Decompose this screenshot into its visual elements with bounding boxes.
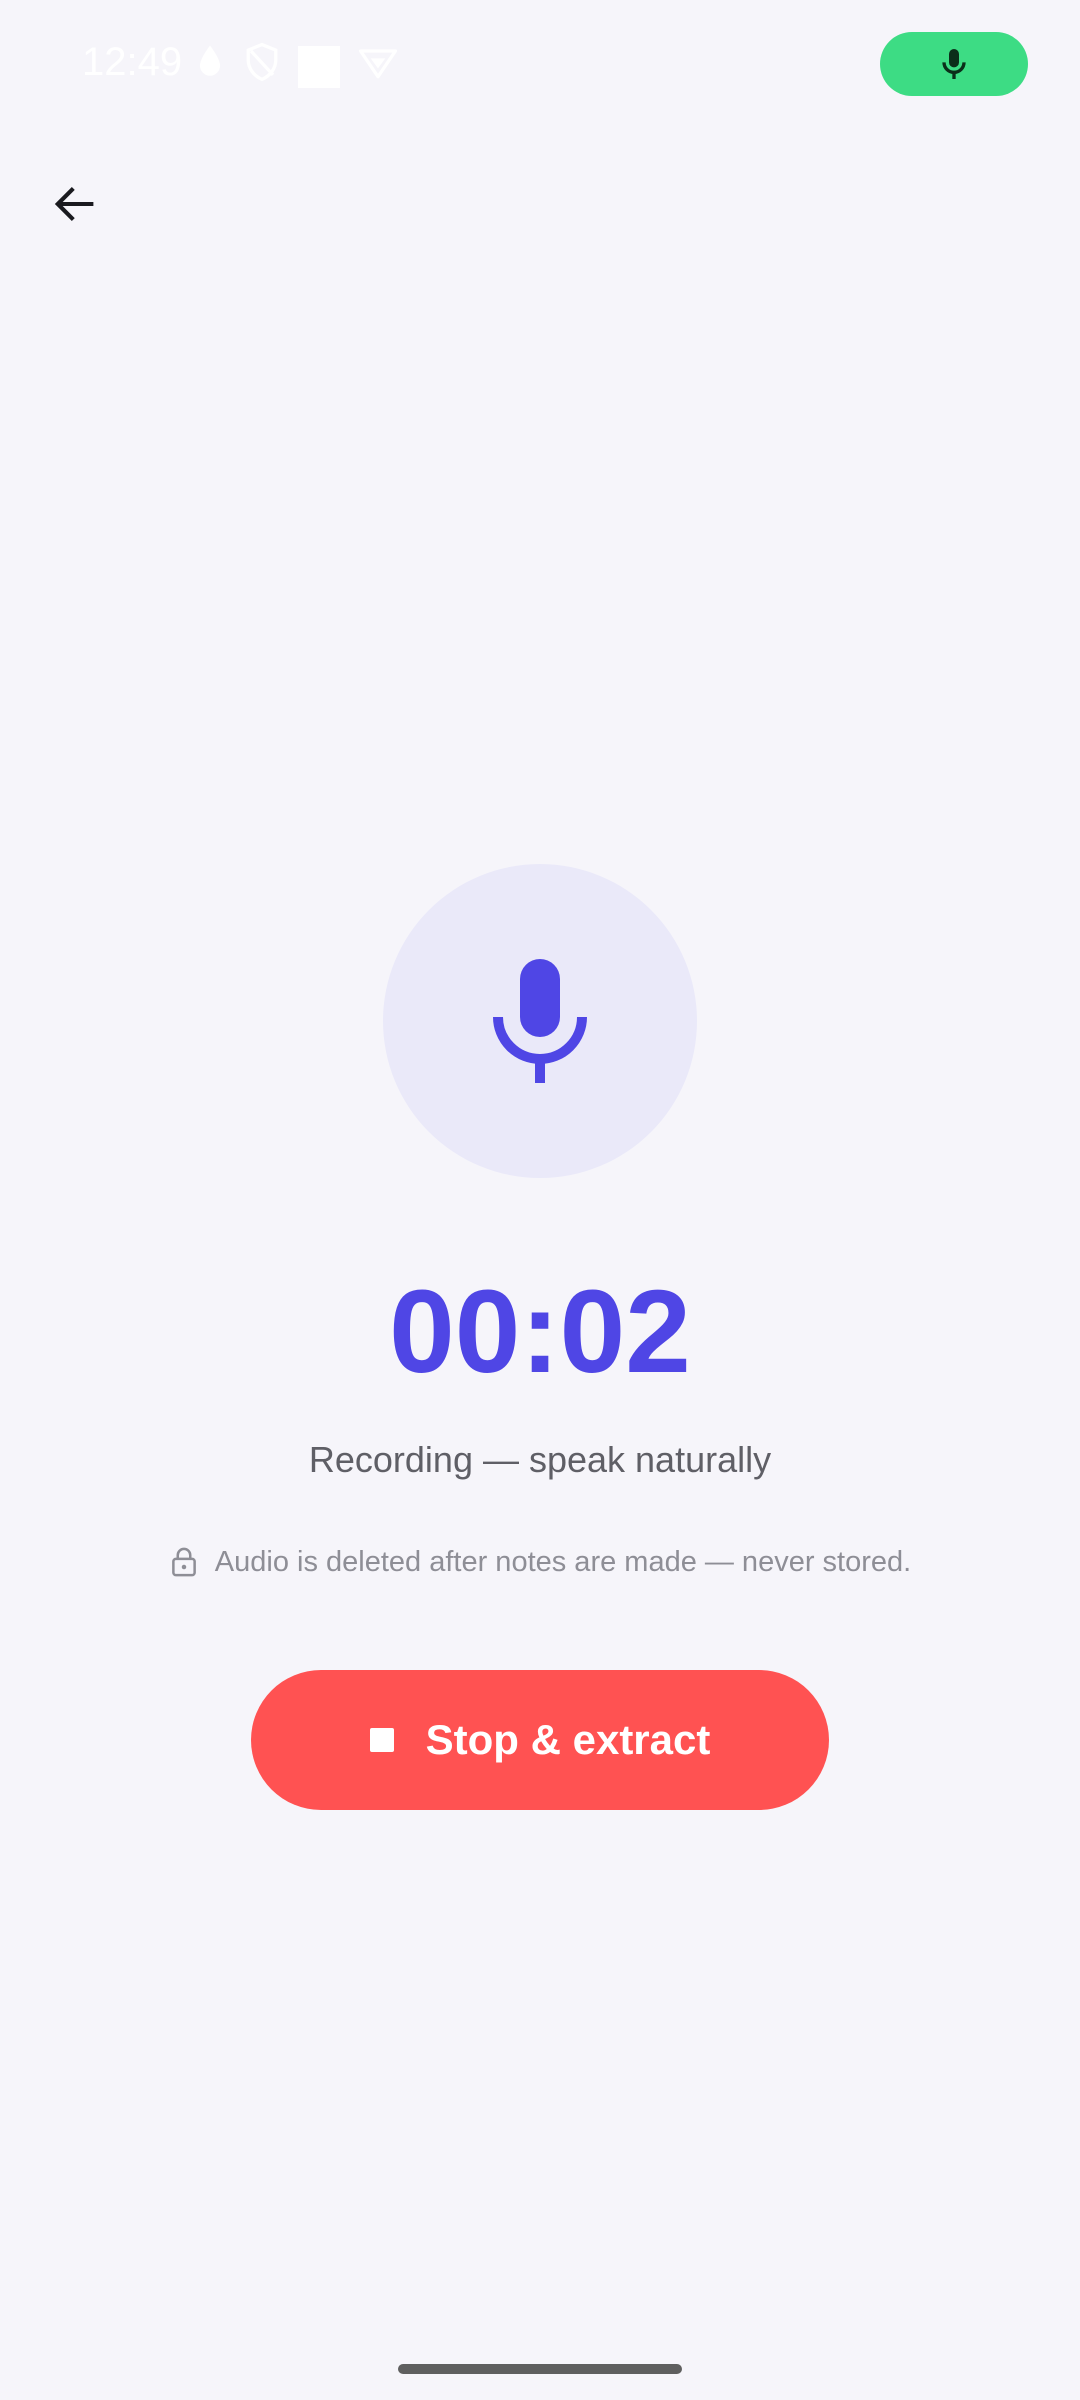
vpn-icon — [356, 40, 400, 84]
recording-screen: 12:49 00:02 Recording — speak naturally … — [0, 0, 1080, 2400]
arrow-back-icon — [54, 187, 94, 221]
privacy-note-text: Audio is deleted after notes are made — … — [214, 1546, 912, 1578]
recording-status: Recording — speak naturally — [308, 1439, 772, 1480]
mic-in-use-indicator[interactable] — [880, 32, 1028, 96]
back-button[interactable] — [30, 160, 118, 248]
shield-icon — [240, 40, 284, 84]
microphone-icon — [493, 959, 587, 1083]
recording-timer: 00:02 — [389, 1266, 691, 1398]
drop-icon — [188, 40, 232, 84]
status-bar: 12:49 — [0, 0, 1080, 128]
recording-mic-indicator — [383, 864, 697, 1178]
status-time: 12:49 — [82, 40, 183, 84]
stop-button-label: Stop & extract — [425, 1716, 711, 1763]
mic-icon — [942, 49, 966, 79]
privacy-note: Audio is deleted after notes are made — … — [0, 1542, 1080, 1582]
stop-and-extract-button[interactable]: Stop & extract — [251, 1670, 829, 1810]
home-indicator[interactable] — [398, 2364, 682, 2374]
stop-icon — [369, 1728, 394, 1752]
square-icon — [298, 46, 340, 88]
lock-icon — [171, 1547, 196, 1577]
